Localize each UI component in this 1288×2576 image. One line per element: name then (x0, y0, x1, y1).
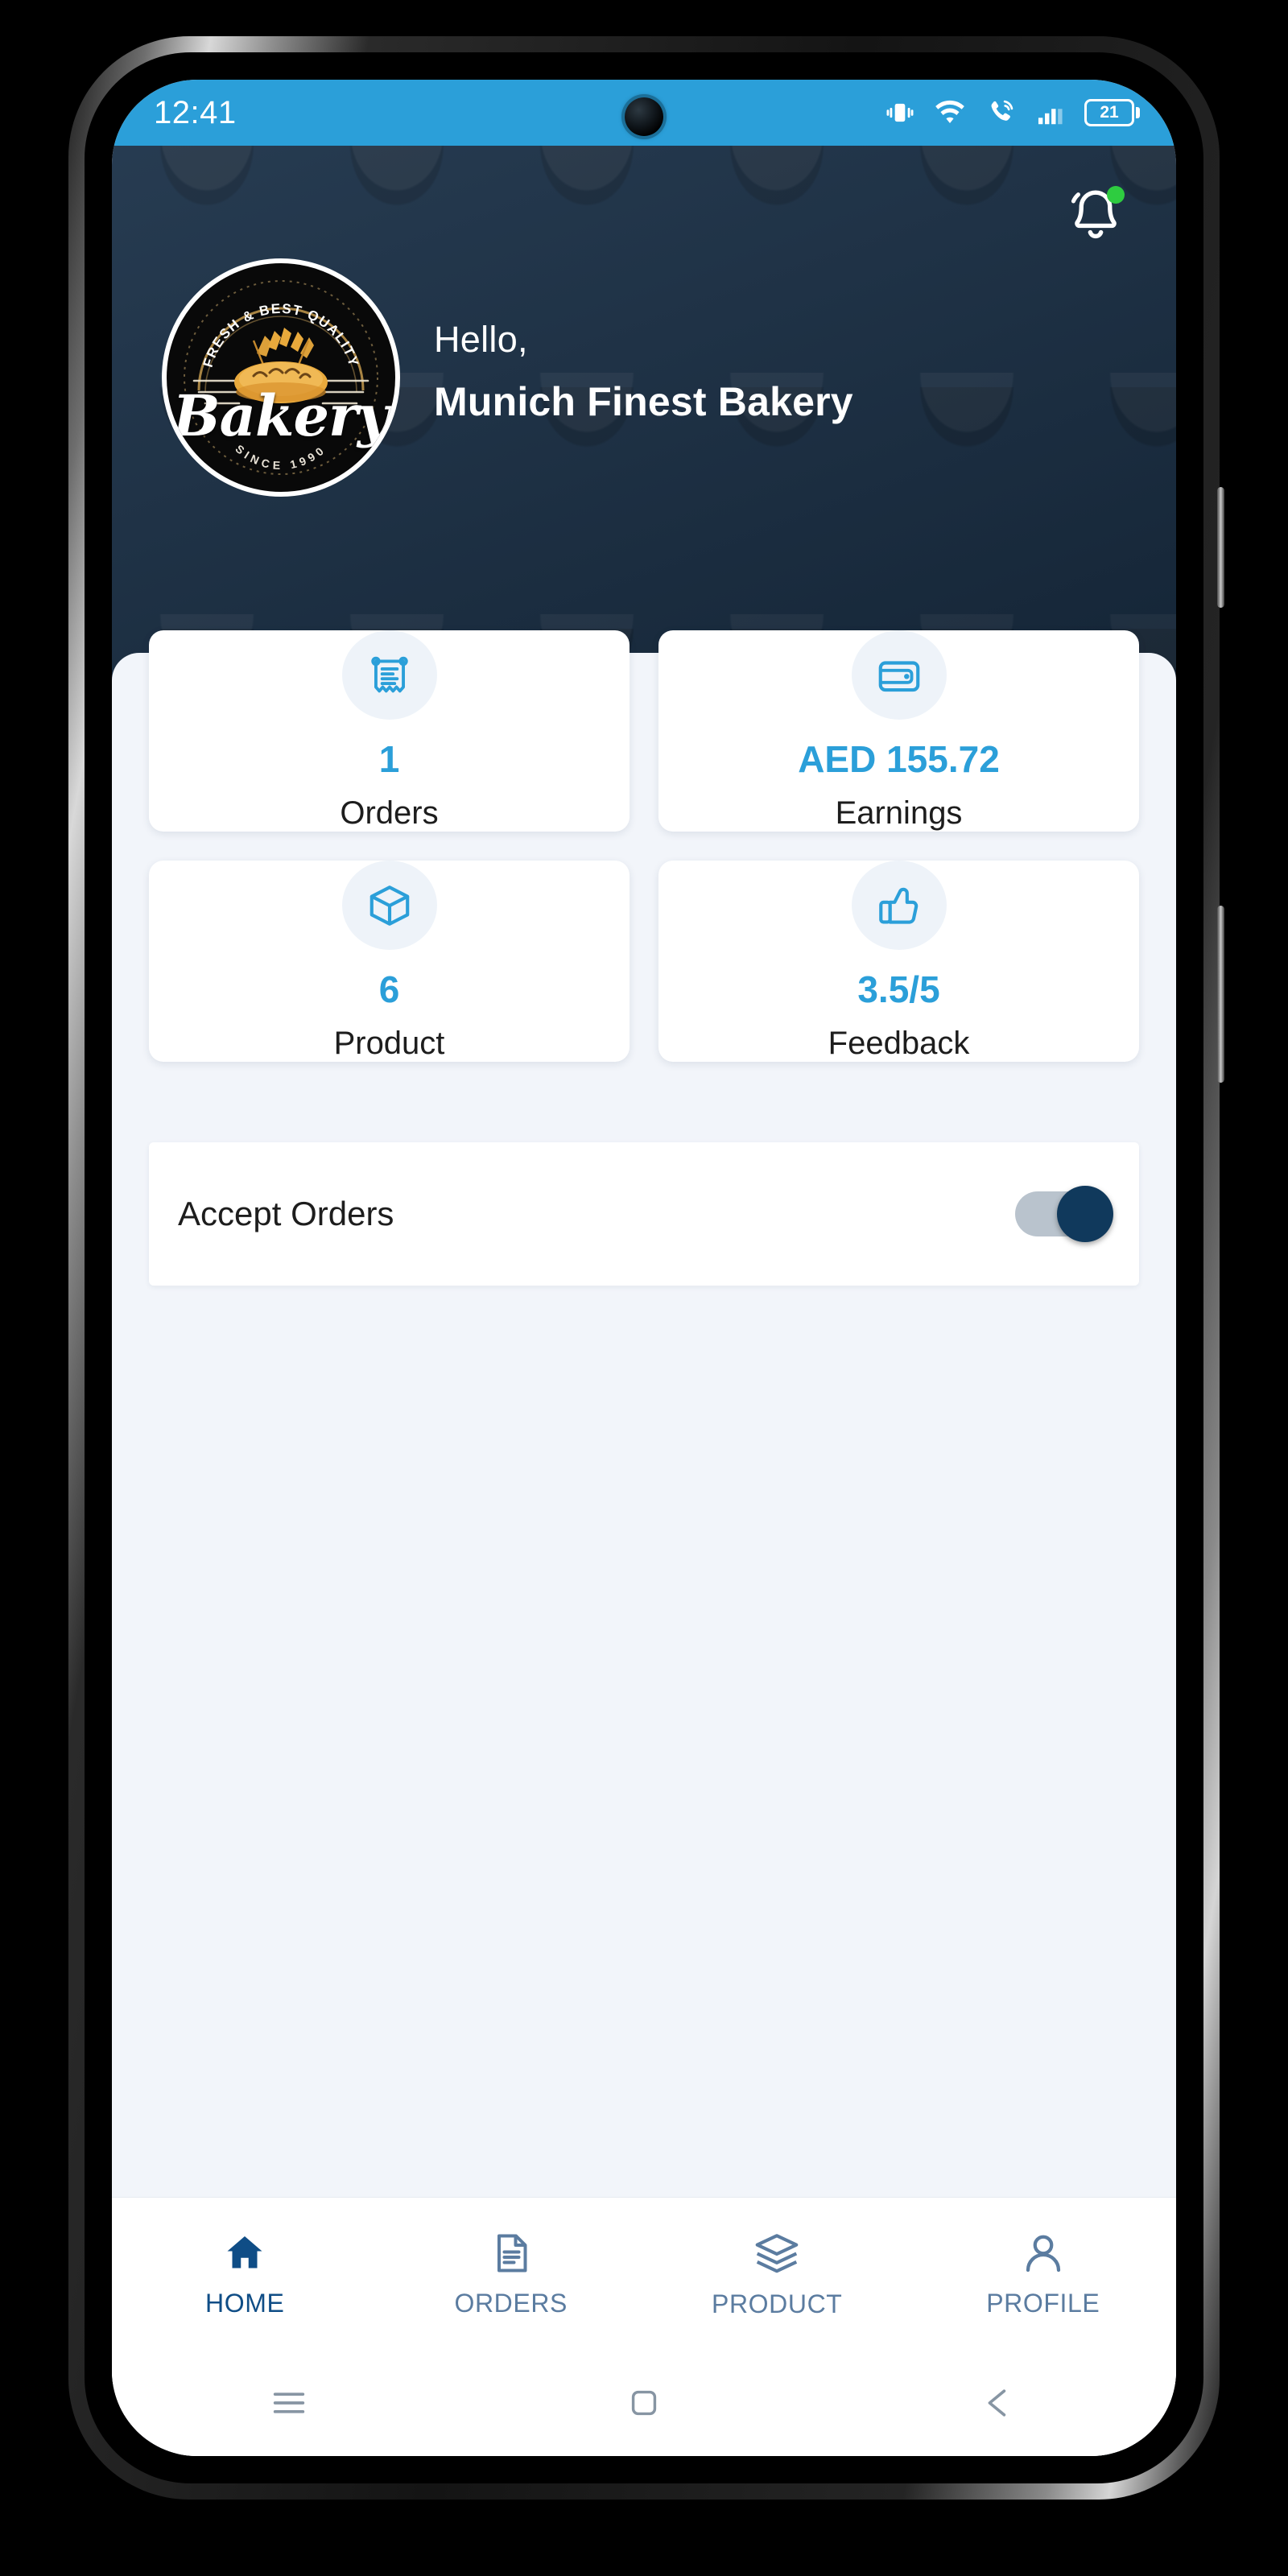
front-camera (625, 97, 663, 136)
power-button[interactable] (1217, 487, 1224, 608)
status-icons: 21 (885, 97, 1140, 128)
system-nav (112, 2350, 1176, 2456)
nav-label-home: HOME (205, 2289, 285, 2318)
nav-label-orders: ORDERS (454, 2289, 568, 2318)
orders-icon (497, 2234, 527, 2273)
stat-card-earnings[interactable]: AED 155.72 Earnings (658, 630, 1139, 832)
home-square-icon (631, 2390, 657, 2416)
home-icon (227, 2236, 262, 2268)
greeting-hello: Hello, (434, 319, 528, 360)
wifi-icon (935, 100, 964, 123)
logo-wordmark: Bakery (172, 382, 390, 449)
call-icon (991, 100, 1013, 121)
receipt-icon-wrap (341, 630, 437, 720)
content-sheet: 1 Orders AED 155.72 Earnings 6 Product 3… (112, 630, 1176, 2456)
phone-frame: 12:41 21 FRESH & BEST QUALITY SINCE 1990… (68, 36, 1224, 2500)
stat-card-feedback[interactable]: 3.5/5 Feedback (658, 861, 1139, 1062)
notification-button[interactable] (1065, 184, 1126, 246)
accept-orders-label: Accept Orders (178, 1195, 394, 1232)
stat-value-feedback: 3.5/5 (857, 968, 940, 1010)
status-clock: 12:41 (154, 94, 237, 130)
page-title: Munich Finest Bakery (434, 379, 853, 424)
stat-card-product[interactable]: 6 Product (149, 861, 630, 1062)
layers-icon (755, 2234, 799, 2273)
bottom-nav: HOME ORDERS PRODUCT PROFILE (112, 2197, 1176, 2350)
stat-value-earnings: AED 155.72 (798, 738, 1000, 780)
stat-label-earnings: Earnings (835, 795, 963, 831)
back-triangle-icon (988, 2389, 1005, 2417)
notification-badge (1107, 186, 1125, 204)
recents-button[interactable] (241, 2355, 337, 2451)
nav-item-profile[interactable]: PROFILE (910, 2229, 1177, 2318)
menu-icon (274, 2392, 305, 2413)
box-icon (369, 885, 409, 926)
nav-label-profile: PROFILE (986, 2289, 1100, 2318)
accept-orders-row[interactable]: Accept Orders (149, 1142, 1139, 1286)
vibrate-icon (886, 103, 914, 122)
header: FRESH & BEST QUALITY SINCE 1990 Bakery H… (112, 146, 1176, 709)
nav-label-product: PRODUCT (712, 2289, 843, 2318)
volume-button[interactable] (1217, 906, 1224, 1083)
stats-grid: 1 Orders AED 155.72 Earnings 6 Product 3… (112, 630, 1176, 1062)
receipt-icon (370, 656, 408, 692)
stat-label-feedback: Feedback (828, 1026, 970, 1061)
battery-icon: 21 (1084, 99, 1140, 126)
back-button[interactable] (951, 2355, 1047, 2451)
stat-value-product: 6 (378, 968, 400, 1010)
stat-value-orders: 1 (378, 738, 400, 780)
signal-icon (1038, 109, 1063, 125)
person-icon (1026, 2235, 1060, 2273)
wallet-icon (878, 660, 919, 691)
thumbs-up-icon-wrap (851, 861, 947, 950)
toggle-knob (1057, 1186, 1113, 1242)
home-button[interactable] (596, 2355, 692, 2451)
battery-level: 21 (1100, 103, 1119, 122)
phone-bezel: 12:41 21 FRESH & BEST QUALITY SINCE 1990… (85, 52, 1203, 2483)
nav-item-home[interactable]: HOME (112, 2229, 378, 2318)
stat-label-orders: Orders (340, 795, 439, 831)
accept-orders-toggle[interactable] (1015, 1186, 1113, 1242)
nav-item-product[interactable]: PRODUCT (644, 2228, 910, 2319)
wallet-icon-wrap (851, 630, 947, 720)
bakery-logo-icon: FRESH & BEST QUALITY SINCE 1990 Bakery (167, 263, 395, 492)
box-icon-wrap (341, 861, 437, 950)
phone-screen: 12:41 21 FRESH & BEST QUALITY SINCE 1990… (112, 80, 1176, 2456)
thumbs-up-icon (878, 887, 918, 924)
stat-card-orders[interactable]: 1 Orders (149, 630, 630, 832)
avatar[interactable]: FRESH & BEST QUALITY SINCE 1990 Bakery (162, 258, 400, 497)
stat-label-product: Product (333, 1026, 445, 1061)
nav-item-orders[interactable]: ORDERS (378, 2229, 645, 2318)
svg-text:FRESH & BEST QUALITY: FRESH & BEST QUALITY (200, 301, 362, 369)
greeting-block: Hello, Munich Finest Bakery (434, 319, 853, 425)
